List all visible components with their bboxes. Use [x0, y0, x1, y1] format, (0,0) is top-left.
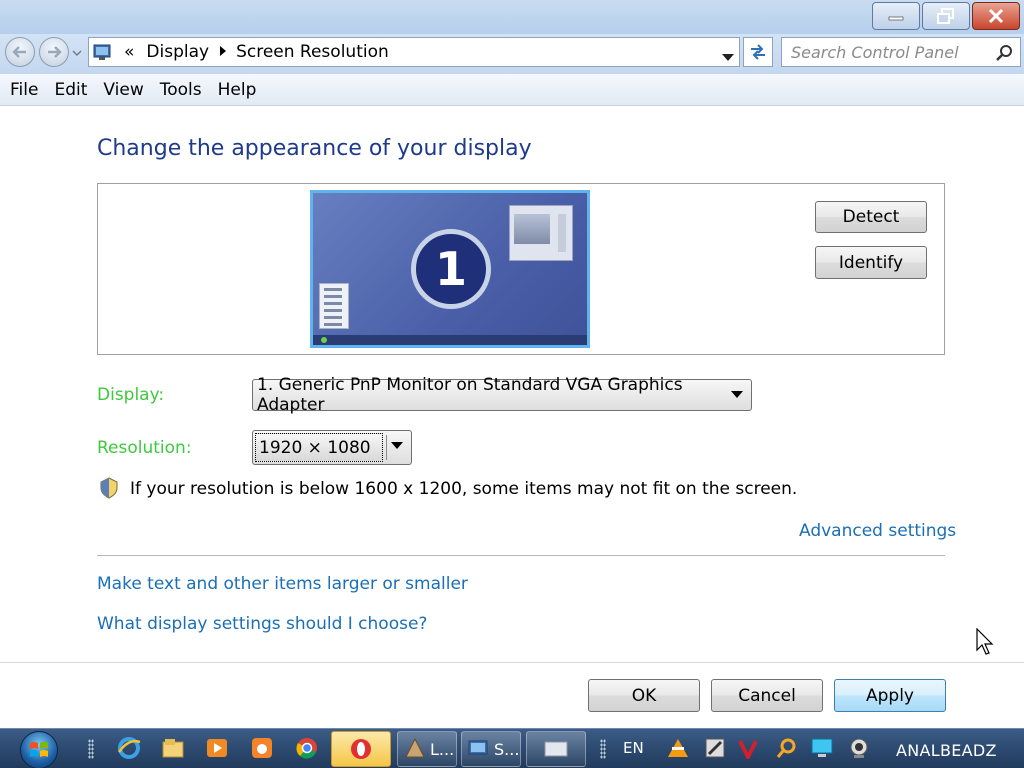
close-icon	[988, 8, 1004, 24]
dropdown-arrow-icon	[731, 391, 743, 398]
explorer-icon[interactable]	[160, 735, 186, 761]
advanced-settings-link[interactable]: Advanced settings	[799, 521, 956, 541]
chevron-down-icon	[72, 50, 82, 56]
mini-window-graphic	[509, 205, 573, 261]
tray-grip[interactable]	[600, 739, 606, 759]
display-label: Display:	[97, 385, 165, 405]
search-box[interactable]	[781, 37, 1021, 67]
apply-button[interactable]: Apply	[834, 679, 946, 712]
address-dropdown-icon[interactable]	[721, 47, 735, 66]
chrome-icon[interactable]	[294, 735, 320, 761]
mouse-cursor-icon	[976, 628, 994, 655]
l-task-label: L...	[430, 739, 455, 759]
detect-button[interactable]: Detect	[815, 201, 927, 233]
page-title: Change the appearance of your display	[97, 136, 532, 161]
v-icon[interactable]	[735, 735, 761, 761]
dropdown-arrow-icon	[391, 442, 403, 449]
menu-file[interactable]: File	[4, 80, 44, 100]
minimize-icon	[888, 16, 904, 21]
l-task-icon	[405, 737, 425, 758]
resolution-select[interactable]: 1920 × 1080	[252, 430, 412, 465]
monitor-tray-icon[interactable]	[809, 735, 835, 761]
close-button[interactable]	[972, 2, 1020, 30]
display-select[interactable]: 1. Generic PnP Monitor on Standard VGA G…	[252, 375, 752, 415]
windows-logo-icon	[20, 731, 58, 768]
search-input[interactable]	[791, 42, 991, 62]
language-indicator[interactable]: EN	[623, 739, 644, 757]
screen-resolution-task-label: S...	[494, 739, 520, 759]
menu-view[interactable]: View	[97, 80, 149, 100]
opera-task[interactable]	[331, 731, 391, 767]
username-label[interactable]: ANALBEADZ	[896, 741, 997, 760]
address-row: « Display Screen Resolution	[0, 34, 1024, 74]
monitor-number-badge: 1	[411, 229, 491, 309]
start-button[interactable]	[12, 731, 66, 768]
menu-edit[interactable]: Edit	[48, 80, 93, 100]
screen-resolution-task[interactable]: S...	[461, 731, 521, 767]
taskbar-grip[interactable]	[88, 739, 94, 759]
media-player-icon[interactable]	[204, 735, 230, 761]
text-size-link[interactable]: Make text and other items larger or smal…	[97, 574, 468, 594]
search-tray-icon[interactable]	[773, 735, 799, 761]
ok-button[interactable]: OK	[588, 679, 700, 712]
breadcrumb-display[interactable]: Display	[146, 42, 209, 62]
title-bar	[0, 0, 1024, 34]
ie-icon[interactable]	[116, 735, 142, 761]
monitor-preview-panel: 1 Detect Identify	[97, 183, 945, 355]
forward-button[interactable]	[39, 37, 69, 67]
restore-icon	[937, 8, 954, 24]
uc-browser-icon[interactable]	[249, 735, 275, 761]
minimize-button[interactable]	[872, 2, 920, 30]
recent-pages-dropdown[interactable]	[72, 48, 82, 58]
forward-arrow-icon	[48, 46, 62, 58]
blank-task[interactable]	[526, 731, 586, 767]
menu-bar: File Edit View Tools Help	[0, 74, 1024, 106]
footer-divider	[0, 662, 1024, 663]
resolution-label: Resolution:	[97, 438, 192, 458]
breadcrumb-overflow[interactable]: «	[124, 42, 134, 62]
resolution-warning-text: If your resolution is below 1600 x 1200,…	[130, 479, 798, 499]
refresh-button[interactable]	[743, 37, 773, 67]
search-icon[interactable]	[994, 43, 1014, 63]
mini-taskbar-graphic	[313, 335, 587, 345]
breadcrumb-separator-icon[interactable]	[218, 45, 228, 60]
cancel-button[interactable]: Cancel	[711, 679, 823, 712]
address-bar[interactable]: « Display Screen Resolution	[88, 37, 740, 67]
display-select-value: 1. Generic PnP Monitor on Standard VGA G…	[257, 375, 683, 415]
menu-help[interactable]: Help	[212, 80, 263, 100]
tool-icon[interactable]	[702, 735, 728, 761]
restore-button[interactable]	[922, 2, 970, 30]
display-settings-help-link[interactable]: What display settings should I choose?	[97, 614, 427, 634]
control-panel-icon	[93, 44, 111, 60]
control-panel-task-icon	[468, 740, 488, 755]
refresh-icon	[751, 44, 765, 60]
divider	[97, 555, 945, 556]
back-button[interactable]	[5, 37, 35, 67]
mini-start-menu-graphic	[319, 283, 349, 329]
window-task-icon	[544, 741, 568, 757]
breadcrumb-screen-resolution[interactable]: Screen Resolution	[236, 42, 389, 62]
shield-warning-icon	[100, 477, 118, 499]
l-task[interactable]: L...	[397, 731, 457, 767]
taskbar: L... S... EN ANALBEADZ	[0, 728, 1024, 768]
webcam-icon[interactable]	[846, 735, 872, 761]
vlc-icon[interactable]	[665, 735, 691, 761]
resolution-select-value: 1920 × 1080	[255, 433, 383, 462]
monitor-1-thumbnail[interactable]: 1	[310, 190, 590, 348]
identify-button[interactable]: Identify	[815, 246, 927, 279]
back-arrow-icon	[12, 46, 26, 58]
opera-icon	[351, 739, 371, 759]
menu-tools[interactable]: Tools	[154, 80, 208, 100]
